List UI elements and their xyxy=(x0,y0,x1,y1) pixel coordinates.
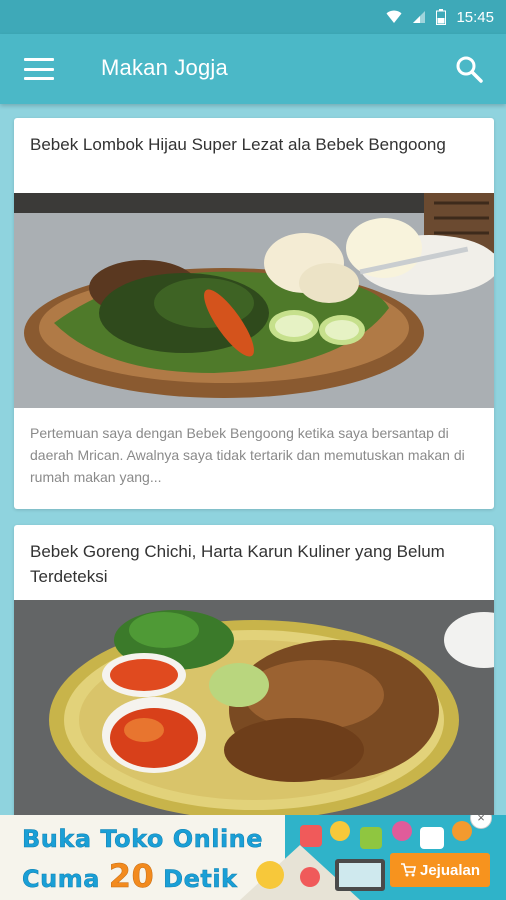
app-title: Makan Jogja xyxy=(101,55,228,80)
battery-icon xyxy=(436,9,447,25)
post-image-bebek-goreng-chichi xyxy=(14,600,494,815)
ad-subheadline: Cuma 20 Detik xyxy=(22,857,238,896)
ad-subheadline-number: 20 xyxy=(108,857,155,896)
ad-brand-name: Jejualan xyxy=(419,861,481,879)
signal-icon xyxy=(413,11,426,23)
status-time: 15:45 xyxy=(456,8,494,26)
ad-brand-logo[interactable]: Jejualan xyxy=(390,853,490,887)
status-icons: 15:45 xyxy=(386,0,494,34)
post-feed[interactable]: Bebek Lombok Hijau Super Lezat ala Bebek… xyxy=(0,104,506,815)
post-excerpt: Pertemuan saya dengan Bebek Bengoong ket… xyxy=(30,425,465,485)
post-title: Bebek Lombok Hijau Super Lezat ala Bebek… xyxy=(30,135,446,154)
ad-subheadline-prefix: Cuma xyxy=(22,865,100,894)
hamburger-menu-icon[interactable] xyxy=(22,54,56,84)
app-bar: Makan Jogja xyxy=(0,34,506,104)
post-card[interactable]: Bebek Lombok Hijau Super Lezat ala Bebek… xyxy=(14,118,494,509)
cart-icon xyxy=(400,863,416,877)
post-title: Bebek Goreng Chichi, Harta Karun Kuliner… xyxy=(30,542,445,586)
status-bar: 15:45 xyxy=(0,0,506,34)
post-card[interactable]: Bebek Goreng Chichi, Harta Karun Kuliner… xyxy=(14,525,494,815)
ad-headline: Buka Toko Online xyxy=(22,825,264,854)
ad-banner[interactable]: × Buka Toko Online Cuma 20 Detik Jejuala… xyxy=(0,815,506,900)
ad-subheadline-suffix: Detik xyxy=(163,865,238,894)
wifi-icon xyxy=(386,10,402,23)
post-image-bebek-lombok-hijau xyxy=(14,193,494,408)
search-icon[interactable] xyxy=(454,54,484,84)
